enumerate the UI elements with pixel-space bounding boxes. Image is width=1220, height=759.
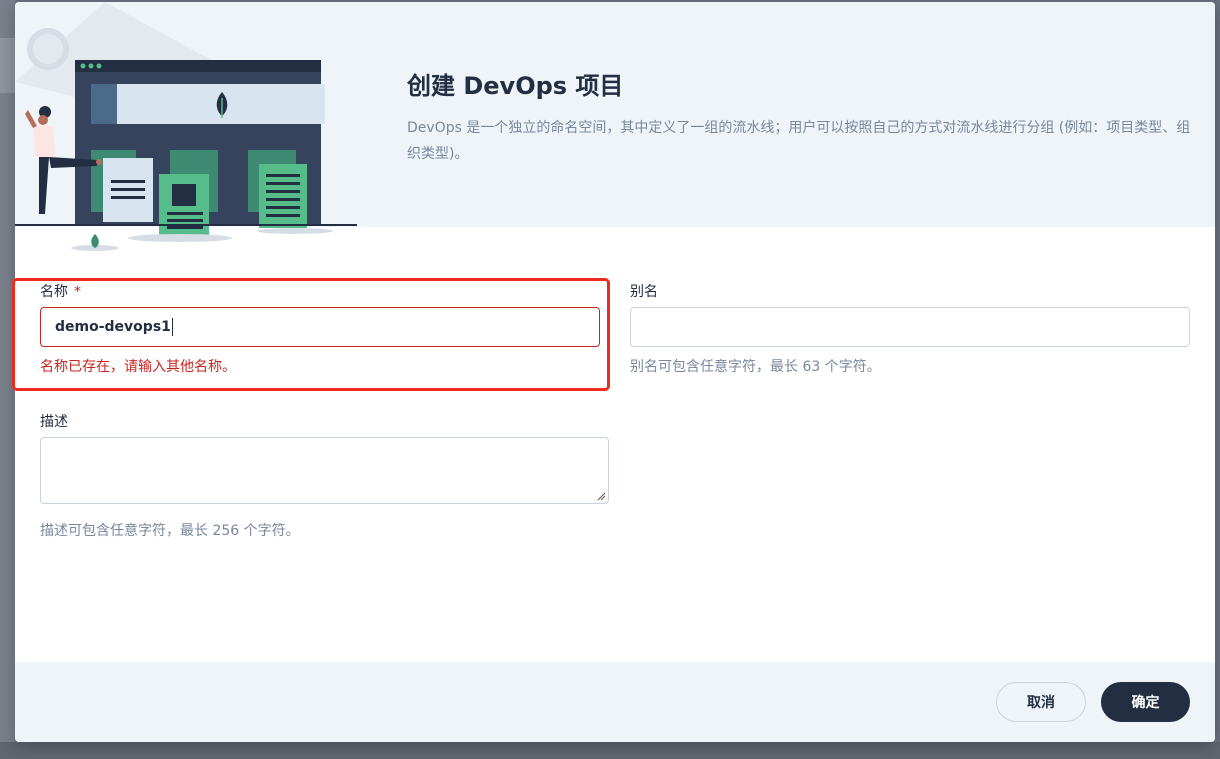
confirm-button[interactable]: 确定 [1101,682,1190,722]
devops-building-illustration-icon [15,2,357,251]
textarea-resize-icon[interactable] [596,491,606,501]
name-field-highlight-box [12,278,610,391]
description-textarea[interactable] [40,437,609,504]
dialog-footer: 取消 确定 [15,662,1215,742]
alias-input[interactable] [630,307,1190,347]
dialog-title: 创建 DevOps 项目 [407,72,624,100]
alias-label: 别名 [630,284,658,300]
alias-hint: 别名可包含任意字符，最长 63 个字符。 [630,359,881,375]
cancel-button[interactable]: 取消 [996,682,1086,722]
description-label: 描述 [40,414,68,430]
backdrop-bottom [0,742,1220,759]
dialog-description: DevOps 是一个独立的命名空间，其中定义了一组的流水线；用户可以按照自己的方… [407,120,1191,162]
description-hint: 描述可包含任意字符，最长 256 个字符。 [40,523,300,539]
dialog-header: 创建 DevOps 项目 DevOps 是一个独立的命名空间，其中定义了一组的流… [15,2,1215,251]
